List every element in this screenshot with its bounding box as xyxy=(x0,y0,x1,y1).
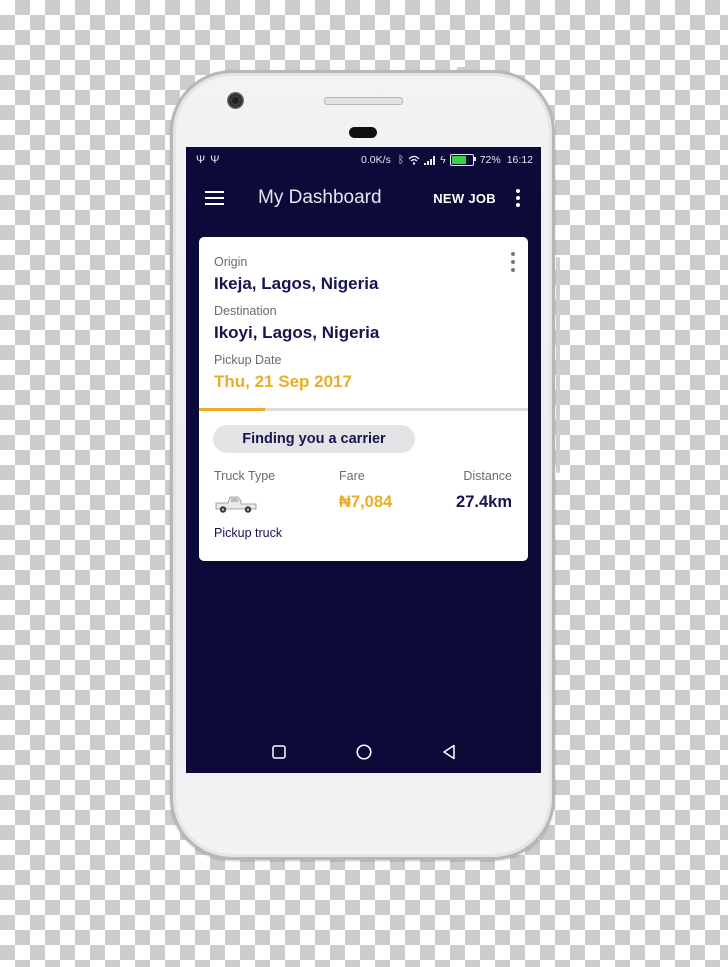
pickup-date-value: Thu, 21 Sep 2017 xyxy=(214,372,352,391)
recents-button[interactable] xyxy=(269,742,289,762)
signal-icon xyxy=(424,156,436,165)
wifi-icon xyxy=(408,155,420,165)
destination-value: Ikoyi, Lagos, Nigeria xyxy=(214,323,380,342)
earpiece-speaker xyxy=(324,97,403,105)
fare-label: Fare xyxy=(339,469,365,483)
job-progress-fill xyxy=(199,408,265,411)
status-badge: Finding you a carrier xyxy=(213,425,415,453)
card-more-options-icon[interactable] xyxy=(511,252,515,272)
origin-value: Ikeja, Lagos, Nigeria xyxy=(214,274,379,293)
distance-label: Distance xyxy=(463,469,512,483)
fare-value: ₦7,084 xyxy=(339,493,393,511)
hamburger-menu-icon[interactable] xyxy=(205,191,224,205)
back-button[interactable] xyxy=(439,742,459,762)
battery-icon xyxy=(449,154,476,166)
job-card[interactable]: Origin Ikeja, Lagos, Nigeria Destination… xyxy=(199,237,528,561)
page-title: My Dashboard xyxy=(258,187,382,208)
truck-type-label: Truck Type xyxy=(214,469,276,483)
network-speed: 0.0K/s xyxy=(361,154,391,166)
destination-label: Destination xyxy=(214,304,277,318)
charging-icon: ϟ xyxy=(440,154,446,166)
origin-label: Origin xyxy=(214,255,248,269)
usb-icon: Ψ xyxy=(196,154,206,166)
phone-screen: Ψ Ψ 0.0K/s ᛒ ϟ 72% 16:12 My Dashboard NE… xyxy=(186,147,541,773)
truck-type-value: Pickup truck xyxy=(214,526,283,540)
home-button[interactable] xyxy=(354,742,374,762)
pickup-date-label: Pickup Date xyxy=(214,353,282,367)
phone-volume-button xyxy=(556,257,560,372)
front-camera xyxy=(227,92,244,109)
home-icon xyxy=(355,744,372,760)
job-progress-bar xyxy=(199,408,528,411)
back-icon xyxy=(442,744,455,760)
app-bar: My Dashboard NEW JOB xyxy=(186,173,541,223)
new-job-button[interactable]: NEW JOB xyxy=(433,191,496,206)
recents-icon xyxy=(271,745,286,759)
phone-power-button xyxy=(556,373,560,473)
distance-value: 27.4km xyxy=(456,493,512,511)
pickup-truck-icon xyxy=(215,496,257,513)
system-nav-bar xyxy=(186,731,541,773)
bluetooth-icon: ᛒ xyxy=(397,154,405,166)
clock: 16:12 xyxy=(506,154,533,166)
battery-level xyxy=(451,156,467,164)
battery-percent: 72% xyxy=(479,154,501,166)
more-options-icon[interactable] xyxy=(516,189,520,207)
proximity-sensor xyxy=(349,127,377,138)
status-bar: Ψ Ψ 0.0K/s ᛒ ϟ 72% 16:12 xyxy=(186,147,541,173)
usb-debug-icon: Ψ xyxy=(210,154,220,166)
